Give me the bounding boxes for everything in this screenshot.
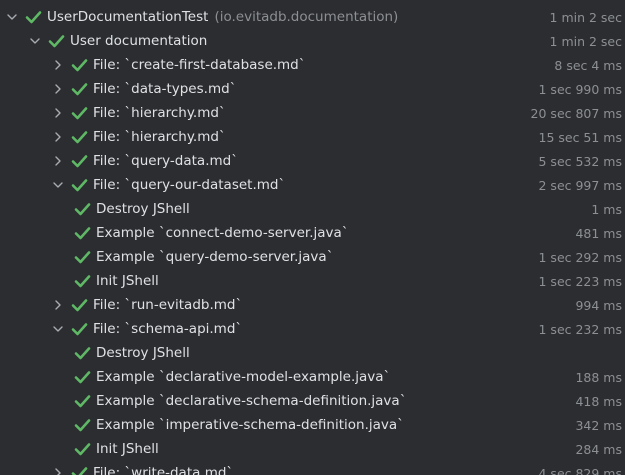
test-name: Example `query-demo-server.java` [96, 249, 334, 265]
tree-row[interactable]: Example `declarative-schema-definition.j… [0, 389, 625, 413]
tree-row[interactable]: Example `connect-demo-server.java` 481 ms [0, 221, 625, 245]
test-duration: 1 sec 232 ms [538, 321, 623, 337]
test-name: File: `query-our-dataset.md` [93, 177, 286, 193]
passed-check-icon [70, 57, 88, 73]
passed-check-icon [73, 201, 91, 217]
passed-check-icon [47, 33, 65, 49]
passed-check-icon [70, 321, 88, 337]
test-name: File: `write-data.md` [93, 465, 234, 475]
chevron-right-icon[interactable] [50, 465, 66, 475]
tree-row[interactable]: Example `declarative-model-example.java`… [0, 365, 625, 389]
passed-check-icon [73, 345, 91, 361]
tree-row[interactable]: File: `run-evitadb.md` 994 ms [0, 293, 625, 317]
test-duration: 1 sec 292 ms [538, 249, 623, 265]
test-duration: 1 min 2 sec [549, 9, 622, 25]
test-duration: 284 ms [575, 441, 622, 457]
passed-check-icon [70, 81, 88, 97]
test-duration: 1 sec 223 ms [538, 273, 623, 289]
test-results-tree: UserDocumentationTest (io.evitadb.documen… [0, 0, 625, 475]
test-name: Example `connect-demo-server.java` [96, 225, 349, 241]
test-duration: 1 ms [591, 201, 622, 217]
chevron-right-icon[interactable] [50, 129, 66, 145]
test-name: Destroy JShell [96, 345, 190, 361]
test-name: File: `query-data.md` [93, 153, 238, 169]
passed-check-icon [73, 225, 91, 241]
passed-check-icon [24, 9, 42, 25]
test-name: Example `imperative-schema-definition.ja… [96, 417, 404, 433]
test-name: Example `declarative-model-example.java` [96, 369, 391, 385]
test-duration: 15 sec 51 ms [538, 129, 623, 145]
passed-check-icon [70, 129, 88, 145]
test-package: (io.evitadb.documentation) [214, 9, 399, 25]
test-name: File: `hierarchy.md` [93, 129, 226, 145]
tree-row[interactable]: Destroy JShell [0, 341, 625, 365]
chevron-down-icon[interactable] [50, 321, 66, 337]
test-duration: 2 sec 997 ms [538, 177, 623, 193]
passed-check-icon [73, 441, 91, 457]
tree-row[interactable]: File: `create-first-database.md` 8 sec 4 … [0, 53, 625, 77]
test-name: File: `schema-api.md` [93, 321, 243, 337]
chevron-down-icon[interactable] [27, 33, 43, 49]
tree-row[interactable]: Init JShell 1 sec 223 ms [0, 269, 625, 293]
passed-check-icon [70, 297, 88, 313]
test-name: Init JShell [96, 273, 159, 289]
test-duration: 5 sec 532 ms [538, 153, 623, 169]
test-duration: 481 ms [575, 225, 622, 241]
test-name: File: `create-first-database.md` [93, 57, 306, 73]
chevron-down-icon[interactable] [4, 9, 20, 25]
test-duration: 994 ms [575, 297, 622, 313]
test-duration: 8 sec 4 ms [554, 57, 622, 73]
tree-row[interactable]: File: `write-data.md` 4 sec 829 ms [0, 461, 625, 475]
test-duration: 342 ms [575, 417, 622, 433]
passed-check-icon [70, 105, 88, 121]
tree-row[interactable]: File: `query-data.md` 5 sec 532 ms [0, 149, 625, 173]
tree-row[interactable]: Example `query-demo-server.java` 1 sec 29… [0, 245, 625, 269]
passed-check-icon [70, 153, 88, 169]
passed-check-icon [70, 177, 88, 193]
test-name: File: `hierarchy.md` [93, 105, 226, 121]
chevron-right-icon[interactable] [50, 105, 66, 121]
test-duration: 4 sec 829 ms [538, 465, 623, 475]
tree-row[interactable]: File: `query-our-dataset.md` 2 sec 997 ms [0, 173, 625, 197]
tree-row[interactable]: Example `imperative-schema-definition.ja… [0, 413, 625, 437]
tree-row[interactable]: Destroy JShell 1 ms [0, 197, 625, 221]
passed-check-icon [73, 393, 91, 409]
chevron-down-icon[interactable] [50, 177, 66, 193]
test-duration: 1 sec 990 ms [538, 81, 623, 97]
chevron-right-icon[interactable] [50, 297, 66, 313]
passed-check-icon [73, 369, 91, 385]
passed-check-icon [73, 273, 91, 289]
tree-row[interactable]: Init JShell 284 ms [0, 437, 625, 461]
test-name: Example `declarative-schema-definition.j… [96, 393, 407, 409]
passed-check-icon [73, 249, 91, 265]
tree-row[interactable]: File: `data-types.md` 1 sec 990 ms [0, 77, 625, 101]
chevron-right-icon[interactable] [50, 81, 66, 97]
test-name: File: `run-evitadb.md` [93, 297, 243, 313]
chevron-right-icon[interactable] [50, 153, 66, 169]
test-duration: 1 min 2 sec [549, 33, 622, 49]
test-name: User documentation [70, 33, 208, 49]
test-duration: 188 ms [575, 369, 622, 385]
test-name: File: `data-types.md` [93, 81, 237, 97]
passed-check-icon [73, 417, 91, 433]
chevron-right-icon[interactable] [50, 57, 66, 73]
test-name: Init JShell [96, 441, 159, 457]
tree-row[interactable]: File: `hierarchy.md` 15 sec 51 ms [0, 125, 625, 149]
test-duration: 418 ms [575, 393, 622, 409]
test-name: Destroy JShell [96, 201, 190, 217]
test-name: UserDocumentationTest [47, 9, 209, 25]
tree-row[interactable]: User documentation 1 min 2 sec [0, 29, 625, 53]
test-duration: 20 sec 807 ms [530, 105, 622, 121]
passed-check-icon [70, 465, 88, 475]
tree-row[interactable]: File: `hierarchy.md` 20 sec 807 ms [0, 101, 625, 125]
tree-row[interactable]: UserDocumentationTest (io.evitadb.documen… [0, 5, 625, 29]
tree-row[interactable]: File: `schema-api.md` 1 sec 232 ms [0, 317, 625, 341]
